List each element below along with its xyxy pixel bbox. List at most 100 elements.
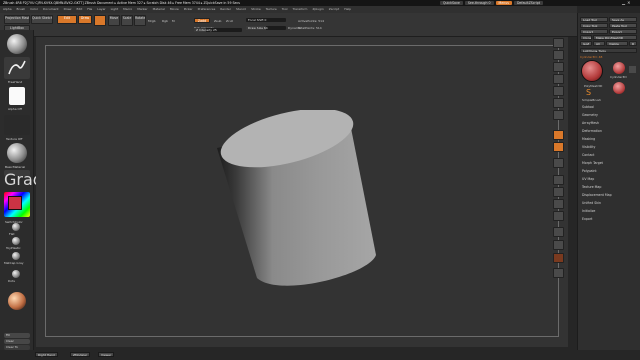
menu-preferences[interactable]: Preferences (198, 6, 216, 13)
local-icon[interactable] (553, 142, 564, 152)
xyz-icon[interactable] (553, 158, 564, 168)
menu-transform[interactable]: Transform (293, 6, 308, 13)
zsub-toggle[interactable]: Zsub (214, 19, 221, 23)
cylinder-model[interactable] (215, 110, 380, 295)
menu-stencil[interactable]: Stencil (236, 6, 246, 13)
scale-button[interactable]: Scale (121, 15, 133, 26)
visible-button[interactable]: Visible (606, 41, 628, 46)
edit-button[interactable]: Edit (57, 15, 77, 24)
m-toggle[interactable]: M (172, 19, 175, 23)
flat-material-icon[interactable] (12, 223, 20, 231)
section-initialize[interactable]: Initialize (582, 209, 595, 213)
menu-movie[interactable]: Movie (170, 6, 179, 13)
menu-texture[interactable]: Texture (266, 6, 277, 13)
clear-button[interactable]: Clear (4, 339, 30, 344)
z-intensity-slider[interactable]: Z Intensity 25 (194, 28, 242, 32)
clone-button[interactable]: Clone (580, 35, 592, 40)
all-button[interactable]: All (593, 41, 605, 46)
move-view-icon[interactable] (553, 187, 564, 197)
alpha-off-icon[interactable] (9, 87, 25, 105)
menus-toggle[interactable]: Menus (495, 0, 512, 6)
aahalf-icon[interactable] (553, 98, 564, 108)
dots-material-icon[interactable] (12, 270, 20, 278)
floor-icon[interactable] (553, 130, 564, 140)
section-deformation[interactable]: Deformation (582, 129, 602, 133)
export-button[interactable]: Export (609, 29, 637, 34)
menu-light[interactable]: Light (111, 6, 119, 13)
section-texture-map[interactable]: Texture Map (582, 185, 601, 189)
section-unified-skin[interactable]: Unified Skin (582, 201, 601, 205)
mrgb-toggle[interactable]: Mrgb (148, 19, 156, 23)
menu-marker[interactable]: Marker (137, 6, 147, 13)
texture-off-icon[interactable] (4, 115, 30, 135)
zmodeler-button[interactable]: ZModeler (70, 352, 91, 357)
menu-edit[interactable]: Edit (76, 6, 82, 13)
menu-render[interactable]: Render (220, 6, 231, 13)
solo-icon[interactable] (553, 253, 564, 263)
minimize-icon[interactable]: ▁ (622, 0, 625, 6)
close-icon[interactable]: ✕ (627, 0, 630, 6)
default-zscript-button[interactable]: DefaultZScript (513, 0, 544, 6)
menu-zscript[interactable]: Zscript (329, 6, 339, 13)
menu-color[interactable]: Color (30, 6, 38, 13)
lightbox-tools-button[interactable]: Lightbox▸ Tools (580, 48, 637, 53)
menu-alpha[interactable]: Alpha (3, 6, 12, 13)
quick-sketch-button[interactable]: Quick Sketch (31, 15, 53, 24)
menu-layer[interactable]: Layer (97, 6, 105, 13)
section-masking[interactable]: Masking (582, 137, 595, 141)
zcut-toggle[interactable]: Zcut (226, 19, 233, 23)
quicksave-button[interactable]: QuickSave (440, 0, 463, 6)
cylinder3d-small-icon[interactable] (613, 62, 625, 74)
actual-icon[interactable] (553, 86, 564, 96)
polyf-icon[interactable] (553, 227, 564, 237)
section-export[interactable]: Export (582, 217, 592, 221)
spix-icon[interactable] (553, 50, 564, 60)
menu-document[interactable]: Document (43, 6, 59, 13)
focal-shift-slider[interactable]: Focal Shift 0 (246, 18, 286, 22)
section-displacement-map[interactable]: Displacement Map (582, 193, 612, 197)
matcap-material-icon[interactable] (12, 252, 20, 260)
save-as-button[interactable]: Save As (609, 17, 637, 22)
viewer-button[interactable]: Viewer (98, 352, 115, 357)
menu-picker[interactable]: Picker (184, 6, 193, 13)
menu-material[interactable]: Material (153, 6, 165, 13)
simple-brush-icon[interactable]: S (586, 88, 596, 97)
color-picker-icon[interactable] (4, 192, 30, 217)
zoom-icon[interactable] (553, 74, 564, 84)
goz-button[interactable]: GoZ (580, 41, 592, 46)
menu-tool[interactable]: Tool (282, 6, 288, 13)
section-morph-target[interactable]: Morph Target (582, 161, 603, 165)
transp-icon[interactable] (553, 240, 564, 250)
stroke-freehand-icon[interactable] (4, 57, 30, 79)
gradient-label[interactable]: Gradient (4, 170, 74, 189)
menu-file[interactable]: File (87, 6, 92, 13)
panel-scroll-icon[interactable] (629, 66, 636, 73)
section-geometry[interactable]: Geometry (582, 113, 598, 117)
bpr-icon[interactable] (553, 38, 564, 48)
zoom-view-icon[interactable] (553, 199, 564, 209)
menu-stroke[interactable]: Stroke (251, 6, 261, 13)
section-arraymesh[interactable]: ArrayMesh (582, 121, 599, 125)
section-subtool[interactable]: Subtool (582, 105, 594, 109)
load-tool-button[interactable]: Load Tool (580, 17, 608, 22)
rotate-button[interactable]: Rotate (134, 15, 146, 26)
menu-zplugin[interactable]: Zplugin (312, 6, 323, 13)
scroll-icon[interactable] (553, 62, 564, 72)
r-button[interactable]: R (629, 41, 637, 46)
seethrough-slider[interactable]: See-through 0 (464, 0, 494, 6)
make-polymesh-button[interactable]: Make PolyMesh3D (593, 35, 637, 40)
fill-button[interactable]: Fill (4, 333, 30, 338)
paste-tool-button[interactable]: Paste Tool (609, 23, 637, 28)
draw-size-slider[interactable]: Draw Size 64 (246, 26, 286, 30)
menu-help[interactable]: Help (344, 6, 351, 13)
skinshade-material-icon[interactable] (8, 292, 26, 310)
frame-icon[interactable] (553, 175, 564, 185)
draw-mode-icon[interactable] (94, 15, 106, 26)
section-contact[interactable]: Contact (582, 153, 594, 157)
menu-draw[interactable]: Draw (64, 6, 72, 13)
cylinder3d-thumb-icon[interactable] (581, 60, 603, 82)
standard-brush-icon[interactable] (7, 34, 27, 54)
rgb-toggle[interactable]: Rgb (162, 19, 168, 23)
persp-icon[interactable] (553, 110, 564, 120)
section-polypaint[interactable]: Polypaint (582, 169, 597, 173)
